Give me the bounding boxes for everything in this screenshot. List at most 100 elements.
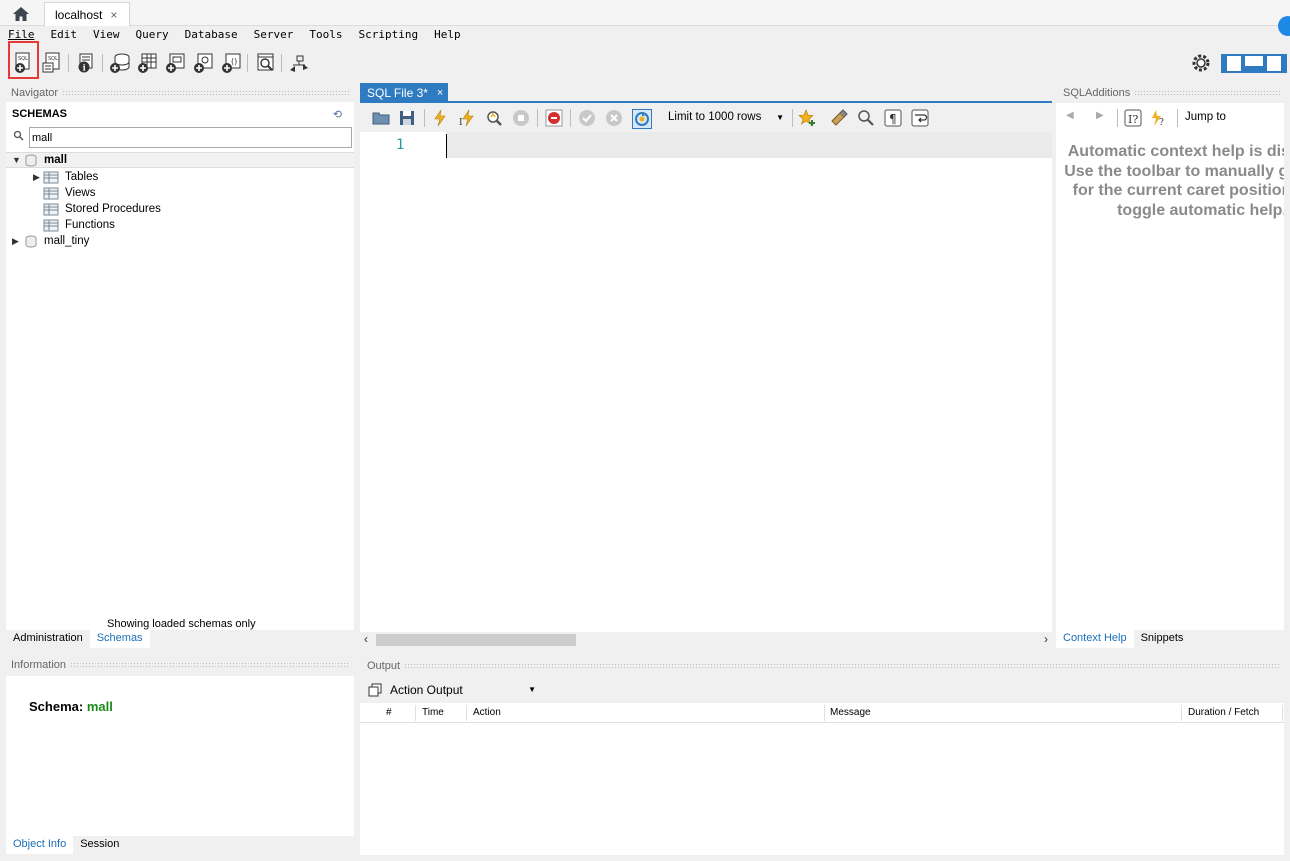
schemas-footer-note: Showing loaded schemas only — [107, 618, 256, 630]
chevron-down-icon: ▼ — [528, 685, 536, 694]
functions-folder-icon — [43, 219, 59, 231]
word-wrap-icon[interactable] — [911, 109, 929, 127]
commit-icon[interactable] — [578, 109, 596, 127]
editor-horizontal-scrollbar[interactable]: ‹ › — [360, 632, 1052, 648]
copy-icon[interactable] — [368, 683, 382, 697]
close-icon[interactable]: × — [110, 8, 117, 22]
tree-item-views[interactable]: Views — [43, 185, 95, 201]
scroll-left-icon[interactable]: ‹ — [364, 632, 368, 646]
back-arrow-icon[interactable]: ◀ — [1066, 110, 1074, 121]
stop-icon[interactable] — [512, 109, 530, 127]
output-type-select[interactable]: Action Output ▼ — [390, 680, 538, 700]
inspector-icon[interactable]: i — [74, 52, 98, 74]
editor-toolbar: I Limit to 1000 rows ▼ ¶ — [360, 103, 1052, 132]
output-type-label: Action Output — [390, 683, 463, 697]
database-icon — [25, 235, 37, 247]
create-schema-icon[interactable] — [108, 52, 132, 74]
tree-item-tables[interactable]: ▶ Tables — [33, 169, 98, 185]
create-procedure-icon[interactable] — [192, 52, 216, 74]
column-header-action[interactable]: Action — [473, 707, 501, 718]
reconnect-icon[interactable] — [287, 52, 311, 74]
create-function-icon[interactable]: () — [220, 52, 244, 74]
toggle-autocommit-icon[interactable] — [632, 109, 652, 129]
menu-view[interactable]: View — [85, 27, 128, 45]
expand-arrow-icon[interactable]: ▶ — [33, 172, 43, 183]
find-replace-icon[interactable] — [857, 109, 875, 127]
menu-help[interactable]: Help — [426, 27, 469, 45]
menu-server[interactable]: Server — [246, 27, 302, 45]
tab-snippets[interactable]: Snippets — [1134, 630, 1191, 648]
tree-schema-mall-tiny[interactable]: ▶ mall_tiny — [6, 233, 89, 249]
context-help-message: Automatic context help is disabled. Use … — [1064, 143, 1284, 219]
expand-arrow-icon[interactable]: ▶ — [12, 236, 22, 247]
views-folder-icon — [43, 187, 59, 199]
save-icon[interactable] — [398, 109, 416, 127]
menu-query[interactable]: Query — [128, 27, 177, 45]
database-icon — [25, 154, 37, 166]
menu-edit[interactable]: Edit — [43, 27, 86, 45]
information-tabs: Object Info Session — [6, 836, 126, 854]
manual-help-icon[interactable]: I? — [1124, 109, 1142, 127]
tab-session[interactable]: Session — [73, 836, 126, 854]
tree-item-label: Stored Procedures — [65, 203, 161, 215]
add-snippet-star-icon[interactable] — [798, 109, 816, 127]
tree-item-label: Tables — [65, 171, 99, 183]
close-icon[interactable]: × — [437, 87, 443, 99]
menu-bar: File Edit View Query Database Server Too… — [0, 27, 1290, 45]
svg-text:SQL: SQL — [18, 56, 28, 62]
tree-item-stored-procedures[interactable]: Stored Procedures — [43, 201, 161, 217]
toggle-error-stop-icon[interactable] — [545, 109, 563, 127]
new-sql-tab-icon[interactable]: SQL — [12, 52, 36, 74]
line-number: 1 — [396, 137, 405, 153]
collapse-arrow-icon[interactable]: ▼ — [12, 155, 22, 165]
scroll-right-icon[interactable]: › — [1044, 632, 1048, 646]
settings-gear-icon[interactable] — [1190, 52, 1214, 74]
open-file-icon[interactable] — [372, 109, 390, 127]
schema-info-value: mall — [86, 699, 113, 714]
jump-to-select[interactable]: Jump to — [1185, 111, 1226, 123]
information-header: Information — [6, 657, 354, 673]
beautify-icon[interactable] — [830, 109, 848, 127]
menu-database[interactable]: Database — [177, 27, 246, 45]
tab-administration[interactable]: Administration — [6, 630, 90, 648]
output-header: Output — [362, 658, 1284, 674]
main-toolbar: SQL SQL i () — [0, 41, 1290, 80]
panel-layout-toggle-icon[interactable] — [1220, 52, 1290, 74]
limit-rows-select[interactable]: Limit to 1000 rows ▼ — [662, 108, 790, 127]
rollback-icon[interactable] — [605, 109, 623, 127]
editor-tab-sql-file[interactable]: SQL File 3* × — [360, 83, 448, 102]
home-icon[interactable] — [6, 3, 36, 25]
open-sql-script-icon[interactable]: SQL — [41, 52, 65, 74]
refresh-icon[interactable]: ⟲ — [333, 108, 342, 121]
column-header-duration[interactable]: Duration / Fetch — [1188, 707, 1259, 718]
forward-arrow-icon[interactable]: ▶ — [1096, 110, 1104, 121]
column-header-message[interactable]: Message — [830, 707, 871, 718]
svg-text:I?: I? — [1128, 113, 1138, 126]
execute-icon[interactable] — [431, 109, 449, 127]
menu-scripting[interactable]: Scripting — [350, 27, 426, 45]
create-table-icon[interactable] — [136, 52, 160, 74]
auto-help-icon[interactable]: ? — [1150, 109, 1168, 127]
information-panel: Schema: mall — [6, 676, 354, 836]
tree-schema-mall[interactable]: ▼ mall — [6, 152, 354, 168]
execute-current-icon[interactable]: I — [458, 109, 476, 128]
tab-object-info[interactable]: Object Info — [6, 836, 74, 854]
tab-schemas[interactable]: Schemas — [89, 630, 150, 648]
search-table-data-icon[interactable] — [254, 52, 278, 74]
column-header-time[interactable]: Time — [422, 707, 444, 718]
schema-search-input[interactable] — [29, 127, 352, 148]
invisible-chars-icon[interactable]: ¶ — [884, 109, 902, 127]
menu-tools[interactable]: Tools — [301, 27, 350, 45]
sql-additions-toolbar: ◀ ▶ I? ? Jump to — [1056, 103, 1284, 132]
explain-icon[interactable] — [485, 109, 503, 127]
column-header-number[interactable]: # — [386, 707, 392, 718]
sql-editor[interactable]: 1 — [360, 132, 1052, 632]
tree-item-functions[interactable]: Functions — [43, 217, 115, 233]
scrollbar-thumb[interactable] — [376, 634, 576, 646]
tree-schema-label: mall — [44, 154, 68, 166]
svg-text:¶: ¶ — [889, 112, 897, 126]
create-view-icon[interactable] — [164, 52, 188, 74]
connection-tab-localhost[interactable]: localhost × — [44, 2, 130, 26]
output-panel: Action Output ▼ # Time Action Message Du… — [360, 677, 1284, 855]
tab-context-help[interactable]: Context Help — [1056, 630, 1134, 648]
